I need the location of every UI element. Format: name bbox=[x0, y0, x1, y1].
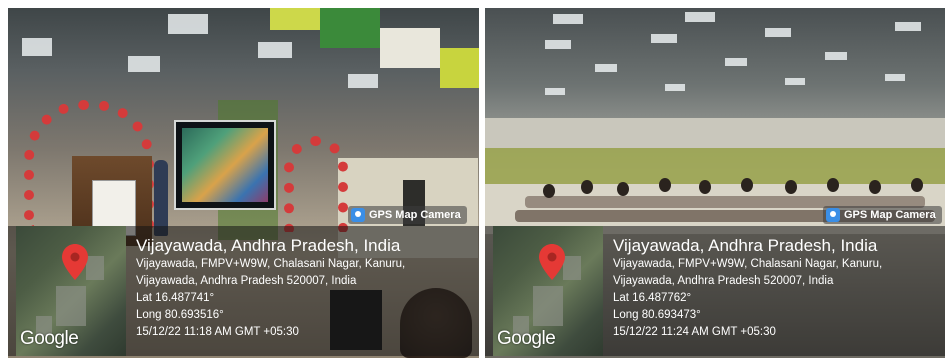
audience-member bbox=[581, 180, 593, 194]
ceiling-panel bbox=[380, 28, 440, 68]
map-thumbnail: Google bbox=[493, 226, 603, 356]
map-pin-icon bbox=[539, 244, 565, 280]
ceiling-light bbox=[553, 14, 583, 24]
timestamp: 15/12/22 11:24 AM GMT +05:30 bbox=[613, 326, 776, 338]
gps-info: Vijayawada, Andhra Pradesh, India Vijaya… bbox=[136, 236, 405, 341]
ceiling-panel bbox=[320, 8, 380, 48]
address-line-2: Vijayawada, Andhra Pradesh 520007, India bbox=[136, 275, 357, 287]
map-pin-icon bbox=[62, 244, 88, 280]
ceiling-light bbox=[348, 74, 378, 88]
location-title: Vijayawada, Andhra Pradesh, India bbox=[613, 236, 878, 255]
location-title: Vijayawada, Andhra Pradesh, India bbox=[136, 236, 401, 255]
map-thumbnail: Google bbox=[16, 226, 126, 356]
ceiling-light bbox=[825, 52, 847, 60]
gps-badge-label: GPS Map Camera bbox=[369, 209, 461, 221]
ceiling-light bbox=[765, 28, 791, 37]
ceiling-light bbox=[725, 58, 747, 66]
ceiling-light bbox=[22, 38, 52, 56]
cornice bbox=[485, 118, 945, 148]
ceiling-light bbox=[258, 42, 292, 58]
gps-badge: GPS Map Camera bbox=[348, 206, 467, 224]
wall-accent bbox=[485, 148, 945, 184]
ceiling-light bbox=[168, 14, 208, 34]
address-line-2: Vijayawada, Andhra Pradesh 520007, India bbox=[613, 275, 834, 287]
gps-badge-label: GPS Map Camera bbox=[844, 209, 936, 221]
longitude: Long 80.693516° bbox=[136, 309, 224, 321]
ceiling-light bbox=[685, 12, 715, 22]
audience-member bbox=[543, 184, 555, 198]
address-line-1: Vijayawada, FMPV+W9W, Chalasani Nagar, K… bbox=[613, 258, 883, 270]
ceiling-light bbox=[885, 74, 905, 81]
latitude: Lat 16.487762° bbox=[613, 292, 692, 304]
ceiling-light bbox=[895, 22, 921, 31]
balloon-arch bbox=[284, 136, 348, 232]
map-building bbox=[533, 286, 563, 326]
map-building bbox=[86, 256, 104, 280]
gps-badge: GPS Map Camera bbox=[823, 206, 942, 224]
presentation-slide bbox=[182, 128, 268, 202]
ceiling-light bbox=[545, 88, 565, 95]
gps-map-camera-icon bbox=[351, 208, 365, 222]
ceiling-panel bbox=[270, 8, 320, 30]
gps-map-camera-icon bbox=[826, 208, 840, 222]
ceiling-panel bbox=[440, 48, 479, 88]
address-line-1: Vijayawada, FMPV+W9W, Chalasani Nagar, K… bbox=[136, 258, 406, 270]
ceiling-light bbox=[785, 78, 805, 85]
google-logo: Google bbox=[20, 328, 79, 349]
ceiling-light bbox=[665, 84, 685, 91]
ceiling-light bbox=[545, 40, 571, 49]
speaker-person bbox=[154, 160, 168, 236]
map-building bbox=[563, 256, 581, 280]
gps-info: Vijayawada, Andhra Pradesh, India Vijaya… bbox=[613, 236, 882, 341]
projector-screen bbox=[174, 120, 276, 210]
map-building bbox=[56, 286, 86, 326]
google-logo: Google bbox=[497, 328, 556, 349]
audience-member bbox=[911, 178, 923, 192]
ceiling-light bbox=[651, 34, 677, 43]
timestamp: 15/12/22 11:18 AM GMT +05:30 bbox=[136, 326, 299, 338]
photo-left: GPS Map Camera Google Vijayawada, Andhra… bbox=[8, 8, 479, 358]
audience-member bbox=[869, 180, 881, 194]
photo-right: GPS Map Camera Google Vijayawada, Andhra… bbox=[485, 8, 945, 358]
audience-member bbox=[699, 180, 711, 194]
ceiling-light bbox=[128, 56, 160, 72]
audience-member bbox=[659, 178, 671, 192]
audience-member bbox=[741, 178, 753, 192]
audience-member bbox=[827, 178, 839, 192]
longitude: Long 80.693473° bbox=[613, 309, 701, 321]
latitude: Lat 16.487741° bbox=[136, 292, 215, 304]
audience-member bbox=[785, 180, 797, 194]
audience-member bbox=[617, 182, 629, 196]
ceiling-light bbox=[595, 64, 617, 72]
